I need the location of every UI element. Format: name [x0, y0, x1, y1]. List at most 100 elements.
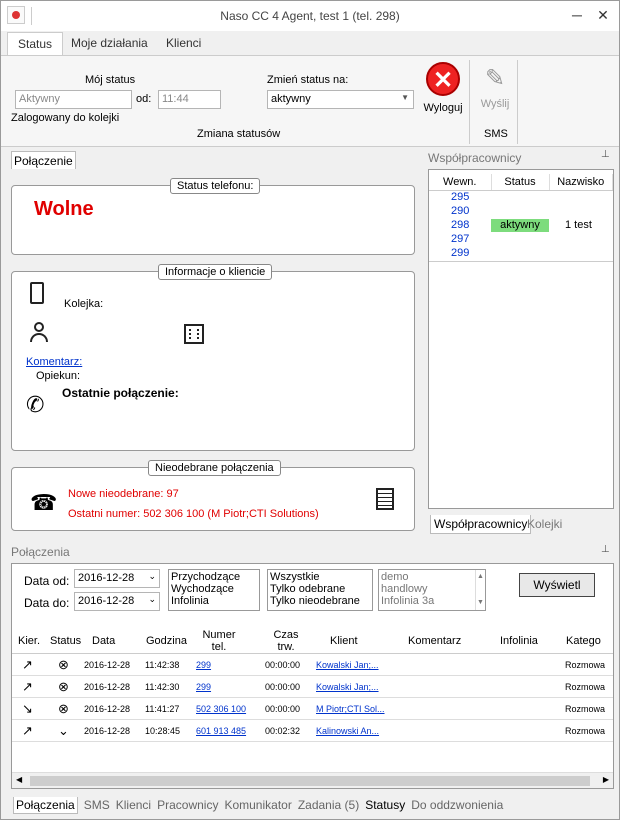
- date-from-field[interactable]: 2016-12-28 ⌄: [74, 569, 160, 588]
- table-row[interactable]: ↗ ⌄ 2016-12-28 10:28:45 601 913 485 00:02:32 K…: [12, 720, 613, 742]
- col-time[interactable]: Godzina: [146, 635, 187, 647]
- coworker-row[interactable]: 299: [429, 247, 613, 261]
- list-item[interactable]: handlowy: [381, 583, 483, 595]
- person-icon: [28, 322, 50, 344]
- from-label: od:: [136, 93, 152, 105]
- status-ribbon: Mój status Aktywny od: 11:44 Zalogowany …: [1, 55, 619, 147]
- client-cell[interactable]: M Piotr;CTI Sol...: [316, 704, 385, 714]
- date-from-label: Data od:: [24, 574, 70, 588]
- list-item[interactable]: Przychodzące: [171, 571, 257, 583]
- date-to-field[interactable]: 2016-12-28 ⌄: [74, 592, 160, 611]
- coworker-row[interactable]: 295: [429, 191, 613, 205]
- pin-icon[interactable]: ⊥: [601, 149, 610, 160]
- chevron-down-icon: ⌄: [148, 571, 156, 581]
- comment-link[interactable]: Komentarz:: [26, 356, 82, 368]
- client-info-group: Informacje o kliencie Kolejka: Komentarz…: [11, 264, 415, 451]
- callback-phone-icon: ✆: [26, 392, 45, 417]
- col-status[interactable]: Status: [491, 174, 550, 191]
- list-item[interactable]: Tylko nieodebrane: [270, 595, 370, 607]
- tab-callback[interactable]: Do oddzwonienia: [411, 798, 503, 812]
- list-icon[interactable]: [376, 488, 394, 510]
- coworker-row[interactable]: 290: [429, 205, 613, 219]
- table-row[interactable]: ↘ ⊗ 2016-12-28 11:41:27 502 306 100 00:00:00 M…: [12, 698, 613, 720]
- logout-button[interactable]: ✕ Wyloguj: [419, 62, 467, 118]
- send-sms-button[interactable]: ✎ Wyślij: [475, 64, 515, 110]
- sms-group-label: SMS: [484, 128, 508, 140]
- duration-cell: 00:02:32: [265, 726, 301, 736]
- status-group-label: Zmiana statusów: [197, 128, 281, 140]
- col-comment[interactable]: Komentarz: [408, 635, 461, 647]
- client-cell[interactable]: Kalinowski An...: [316, 726, 379, 736]
- duration-cell: 00:00:00: [265, 660, 301, 670]
- tab-workers[interactable]: Pracownicy: [157, 798, 218, 812]
- tab-statuses[interactable]: Statusy: [365, 798, 405, 812]
- pen-icon: ✎: [484, 65, 506, 92]
- list-item[interactable]: Infolinia 3a: [381, 595, 483, 607]
- tab-status[interactable]: Status: [7, 32, 64, 56]
- phone-status-value: Wolne: [34, 198, 94, 220]
- tab-queues[interactable]: Kolejki: [527, 517, 562, 531]
- app-window: Naso CC 4 Agent, test 1 (tel. 298) ─ ✕ S…: [0, 0, 620, 820]
- client-cell[interactable]: Kowalski Jan;...: [316, 682, 379, 692]
- tab-connection[interactable]: Połączenie: [11, 151, 76, 170]
- number-cell[interactable]: 299: [196, 660, 211, 670]
- list-item[interactable]: Wychodzące: [171, 583, 257, 595]
- tab-clients-bottom[interactable]: Klienci: [116, 798, 151, 812]
- line-list[interactable]: demo handlowy Infolinia 3a ▲ ▼: [378, 569, 486, 611]
- coworker-row[interactable]: 298 aktywny 1 test: [429, 219, 613, 233]
- show-button[interactable]: Wyświetl: [519, 573, 595, 597]
- calls-pin-icon[interactable]: ⊥: [601, 544, 610, 555]
- col-status[interactable]: Status: [50, 635, 81, 647]
- tab-sms[interactable]: SMS: [84, 798, 110, 812]
- tab-clients[interactable]: Klienci: [156, 32, 211, 56]
- table-row[interactable]: ↗ ⊗ 2016-12-28 11:42:30 299 00:00:00 Kowalski …: [12, 676, 613, 698]
- col-number[interactable]: Numer tel.: [202, 629, 236, 653]
- horizontal-scrollbar[interactable]: ◀ ▶: [12, 772, 613, 788]
- direction-list[interactable]: Przychodzące Wychodzące Infolinia: [168, 569, 260, 611]
- col-category[interactable]: Katego: [566, 635, 601, 647]
- client-cell[interactable]: Kowalski Jan;...: [316, 660, 379, 670]
- list-item[interactable]: demo: [381, 571, 483, 583]
- coworker-row[interactable]: 297: [429, 233, 613, 247]
- col-name[interactable]: Nazwisko: [549, 174, 613, 191]
- col-direction[interactable]: Kier.: [18, 635, 40, 647]
- calls-panel: Data od: 2016-12-28 ⌄ Data do: 2016-12-28…: [11, 563, 614, 789]
- tab-messenger[interactable]: Komunikator: [224, 798, 291, 812]
- col-line[interactable]: Infolinia: [500, 635, 538, 647]
- minimize-button[interactable]: ─: [567, 7, 587, 23]
- direction-icon: ↗: [22, 657, 33, 672]
- tab-calls[interactable]: Połączenia: [13, 797, 78, 814]
- window-title: Naso CC 4 Agent, test 1 (tel. 298): [220, 9, 400, 23]
- status-icon: ⊗: [58, 679, 69, 694]
- number-cell[interactable]: 601 913 485: [196, 726, 246, 736]
- list-item[interactable]: Tylko odebrane: [270, 583, 370, 595]
- tab-tasks[interactable]: Zadania (5): [298, 798, 359, 812]
- close-icon: ✕: [426, 62, 460, 96]
- col-client[interactable]: Klient: [330, 635, 358, 647]
- connection-panel: Status telefonu: Wolne Informacje o klie…: [5, 169, 423, 537]
- missed-calls-legend: Nieodebrane połączenia: [148, 460, 281, 476]
- col-duration[interactable]: Czas trw.: [272, 629, 300, 653]
- tab-coworkers[interactable]: Współpracownicy: [430, 515, 532, 534]
- close-window-button[interactable]: ✕: [593, 7, 613, 24]
- number-cell[interactable]: 502 306 100: [196, 704, 246, 714]
- answer-filter-list[interactable]: Wszystkie Tylko odebrane Tylko nieodebra…: [267, 569, 373, 611]
- date-to-label: Data do:: [24, 596, 70, 610]
- coworkers-title: Współpracownicy: [428, 151, 522, 165]
- active-status-cell: aktywny: [491, 219, 549, 232]
- number-cell[interactable]: 299: [196, 682, 211, 692]
- direction-icon: ↗: [22, 723, 33, 738]
- col-date[interactable]: Data: [92, 635, 115, 647]
- category-cell: Rozmowa: [565, 660, 606, 670]
- list-item[interactable]: Infolinia: [171, 595, 257, 607]
- duration-cell: 00:00:00: [265, 704, 301, 714]
- my-status-field: Aktywny: [15, 90, 132, 109]
- change-status-select[interactable]: aktywny ▼: [267, 90, 414, 109]
- table-row[interactable]: ↗ ⊗ 2016-12-28 11:42:38 299 00:00:00 Kowalski …: [12, 654, 613, 676]
- direction-icon: ↗: [22, 679, 33, 694]
- time-cell: 10:28:45: [145, 726, 181, 736]
- tab-my-actions[interactable]: Moje działania: [61, 32, 158, 56]
- list-item[interactable]: Wszystkie: [270, 571, 370, 583]
- scrollbar[interactable]: ▲ ▼: [475, 570, 485, 610]
- col-ext[interactable]: Wewn.: [429, 174, 492, 191]
